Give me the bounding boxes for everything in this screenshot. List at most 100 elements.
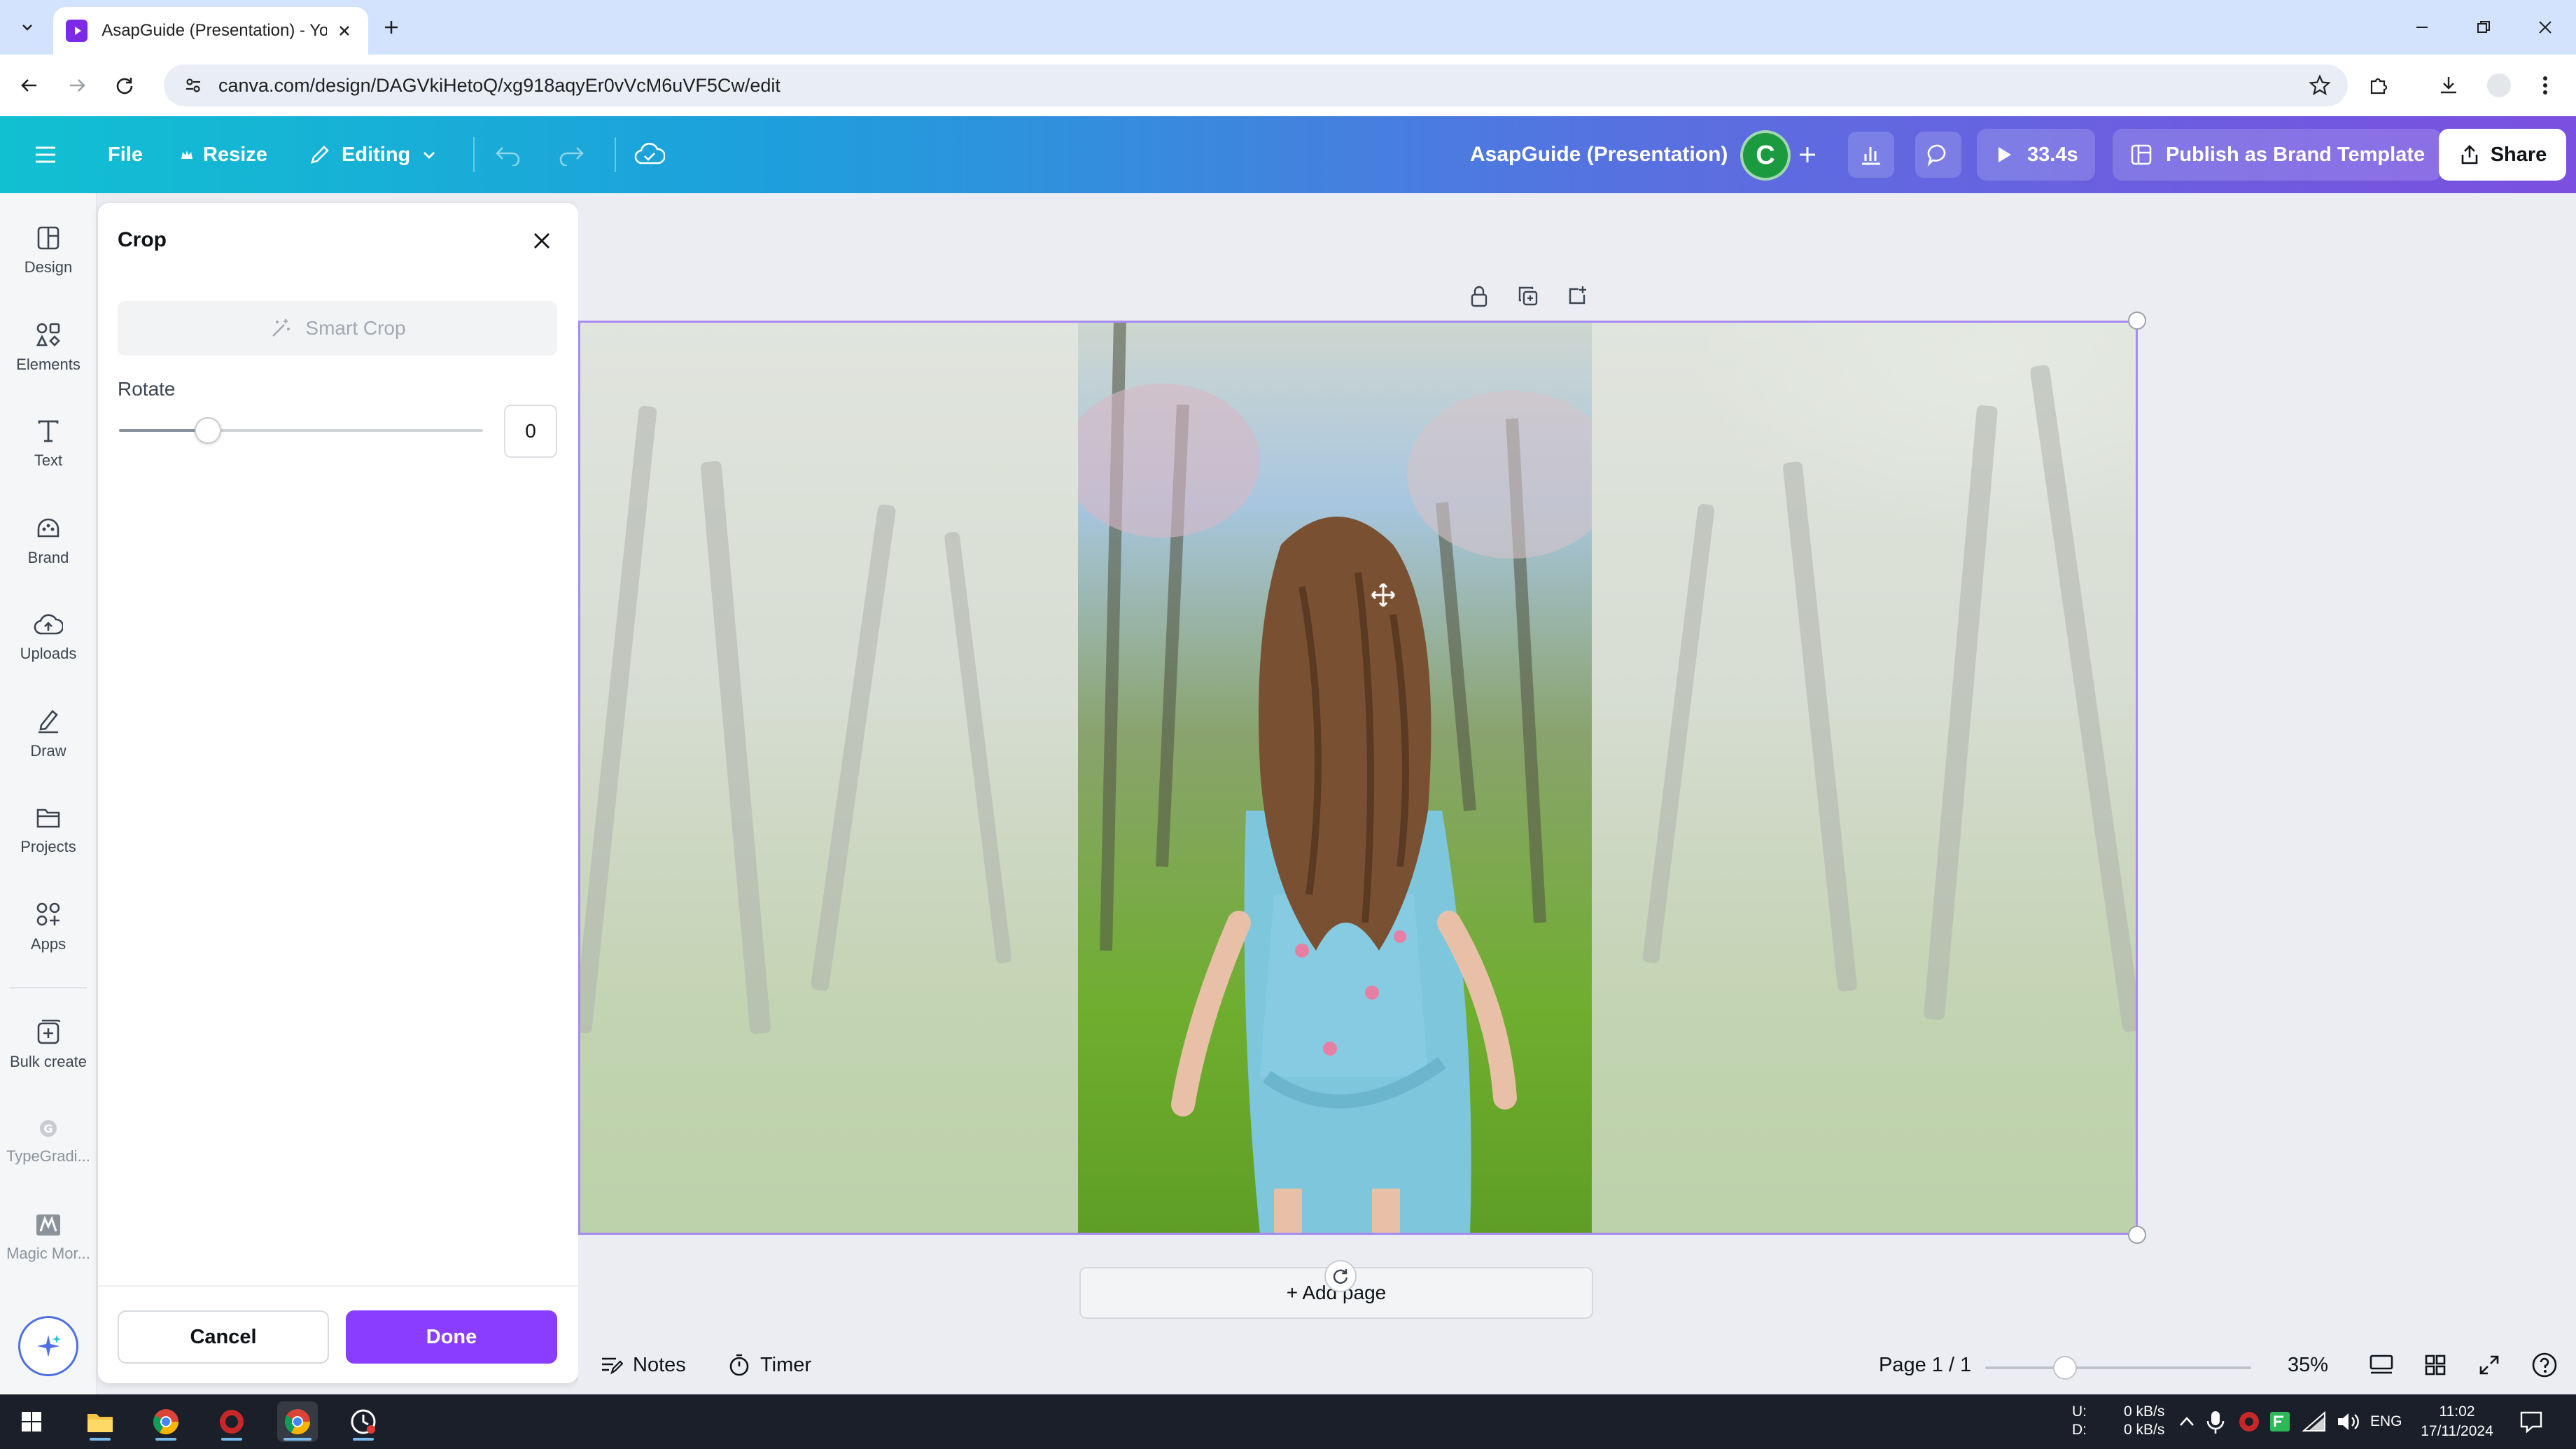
rotate-handle[interactable] [1324,1260,1357,1292]
undo-button[interactable] [494,116,522,193]
profile-button[interactable] [2484,70,2514,101]
tray-record-icon[interactable] [2237,1410,2261,1434]
sparkle-icon [37,1335,61,1357]
zoom-slider[interactable] [1985,1366,2251,1369]
rail-item-apps[interactable]: Apps [0,885,97,969]
plus-icon [1800,147,1815,162]
done-button[interactable]: Done [346,1310,557,1364]
magic-wand-icon [272,319,290,337]
tray-app-icon[interactable] [2268,1410,2292,1434]
bookmark-star-icon[interactable] [2309,74,2331,97]
lock-button[interactable] [1463,280,1495,312]
rail-item-text[interactable]: Text [0,402,97,486]
minimize-button[interactable] [2391,0,2453,55]
share-button[interactable]: Share [2439,129,2566,181]
file-menu-button[interactable]: File [108,116,143,193]
taskbar-chrome-active[interactable] [277,1401,318,1442]
magic-assistant-button[interactable] [18,1316,78,1376]
clock-date[interactable]: 17/11/2024 [2414,1422,2500,1441]
save-status-button[interactable] [634,116,665,193]
crop-image[interactable] [578,321,2138,1235]
reload-button[interactable] [109,70,140,101]
timer-button[interactable]: Timer [728,1336,811,1394]
active-indicator [221,1438,242,1441]
taskbar-recorder[interactable] [211,1401,252,1442]
restore-button[interactable] [2453,0,2514,55]
start-button[interactable] [11,1401,52,1442]
rail-item-magic-morph[interactable]: Magic Mor... [0,1196,97,1280]
wifi-icon[interactable] [2302,1410,2327,1434]
editor-footer: Notes Timer Page 1 / 1 35% [578,1336,2576,1394]
smart-crop-button[interactable]: Smart Crop [118,301,557,356]
fullscreen-button[interactable] [2478,1336,2500,1394]
design-title[interactable]: AsapGuide (Presentation) [1470,116,1728,193]
language-indicator[interactable]: ENG [2370,1413,2402,1431]
add-to-page-button[interactable] [1561,280,1593,312]
close-panel-button[interactable] [522,221,561,260]
active-indicator [155,1438,176,1441]
rail-item-brand[interactable]: Brand [0,498,97,582]
microphone-icon[interactable] [2205,1410,2226,1435]
rail-item-design[interactable]: Design [0,209,97,293]
rotate-value-input[interactable]: 0 [504,405,557,458]
taskbar-app-clock[interactable] [343,1401,384,1442]
comments-button[interactable] [1915,132,1961,178]
clock-time[interactable]: 11:02 [2422,1403,2492,1421]
help-button[interactable] [2531,1336,2558,1394]
taskbar-file-explorer[interactable] [80,1401,120,1442]
taskbar-chrome[interactable] [146,1401,186,1442]
url-input[interactable]: canva.com/design/DAGVkiHetoQ/xg918aqyEr0… [164,64,2348,106]
record-icon [220,1410,244,1434]
file-label: File [108,143,143,166]
editing-mode-dropdown[interactable]: Editing [308,116,437,193]
site-settings-icon[interactable] [183,76,203,95]
notifications-icon[interactable] [2519,1410,2544,1434]
share-label: Share [2490,143,2547,166]
rail-item-bulk-create[interactable]: Bulk create [0,1002,97,1086]
browser-menu-button[interactable] [2530,70,2561,101]
rail-item-uploads[interactable]: Uploads [0,595,97,679]
user-avatar[interactable]: C [1740,130,1791,181]
tray-chevron-up-icon[interactable] [2178,1414,2195,1428]
main-menu-button[interactable] [34,116,57,193]
downloads-button[interactable] [2433,70,2464,101]
toolbar-divider [473,137,475,172]
page-view-button[interactable] [2369,1336,2394,1394]
canva-favicon-icon [66,20,88,42]
rotate-slider[interactable] [119,429,483,432]
browser-tab[interactable]: AsapGuide (Presentation) - You [53,7,368,55]
invite-button[interactable] [1785,132,1830,178]
present-button[interactable]: 33.4s [1977,129,2095,181]
resize-handle-bottom-right[interactable] [2128,1226,2146,1244]
notes-button[interactable]: Notes [599,1336,686,1394]
rail-item-projects[interactable]: Projects [0,788,97,872]
publish-brand-template-button[interactable]: Publish as Brand Template [2113,129,2442,181]
cancel-button[interactable]: Cancel [118,1310,329,1364]
play-icon [1998,147,2011,162]
page-indicator[interactable]: Page 1 / 1 [1879,1336,1971,1394]
tab-close-icon[interactable] [334,20,356,42]
tab-search-button[interactable] [13,13,42,42]
extensions-button[interactable] [2363,70,2394,101]
close-window-button[interactable] [2514,0,2576,55]
profile-avatar-icon [2487,74,2511,97]
rail-item-typegradient[interactable]: G TypeGradi... [0,1099,97,1183]
back-button[interactable] [14,70,45,101]
resize-handle-top-right[interactable] [2128,312,2146,330]
rail-item-elements[interactable]: Elements [0,305,97,389]
zoom-level[interactable]: 35% [2288,1336,2328,1394]
rotate-slider-thumb[interactable] [194,417,221,444]
duplicate-button[interactable] [1512,280,1544,312]
redo-button[interactable] [557,116,585,193]
insights-button[interactable] [1848,132,1894,178]
volume-icon[interactable] [2335,1410,2360,1434]
rail-item-draw[interactable]: Draw [0,692,97,776]
rail-label: Uploads [20,645,77,662]
grid-view-button[interactable] [2423,1336,2447,1394]
address-bar: canva.com/design/DAGVkiHetoQ/xg918aqyEr0… [0,55,2576,116]
resize-button[interactable]: Resize [179,116,267,193]
new-tab-button[interactable] [377,13,406,42]
zoom-slider-thumb[interactable] [2053,1356,2077,1380]
draw-icon [38,710,58,734]
forward-button[interactable] [62,70,92,101]
